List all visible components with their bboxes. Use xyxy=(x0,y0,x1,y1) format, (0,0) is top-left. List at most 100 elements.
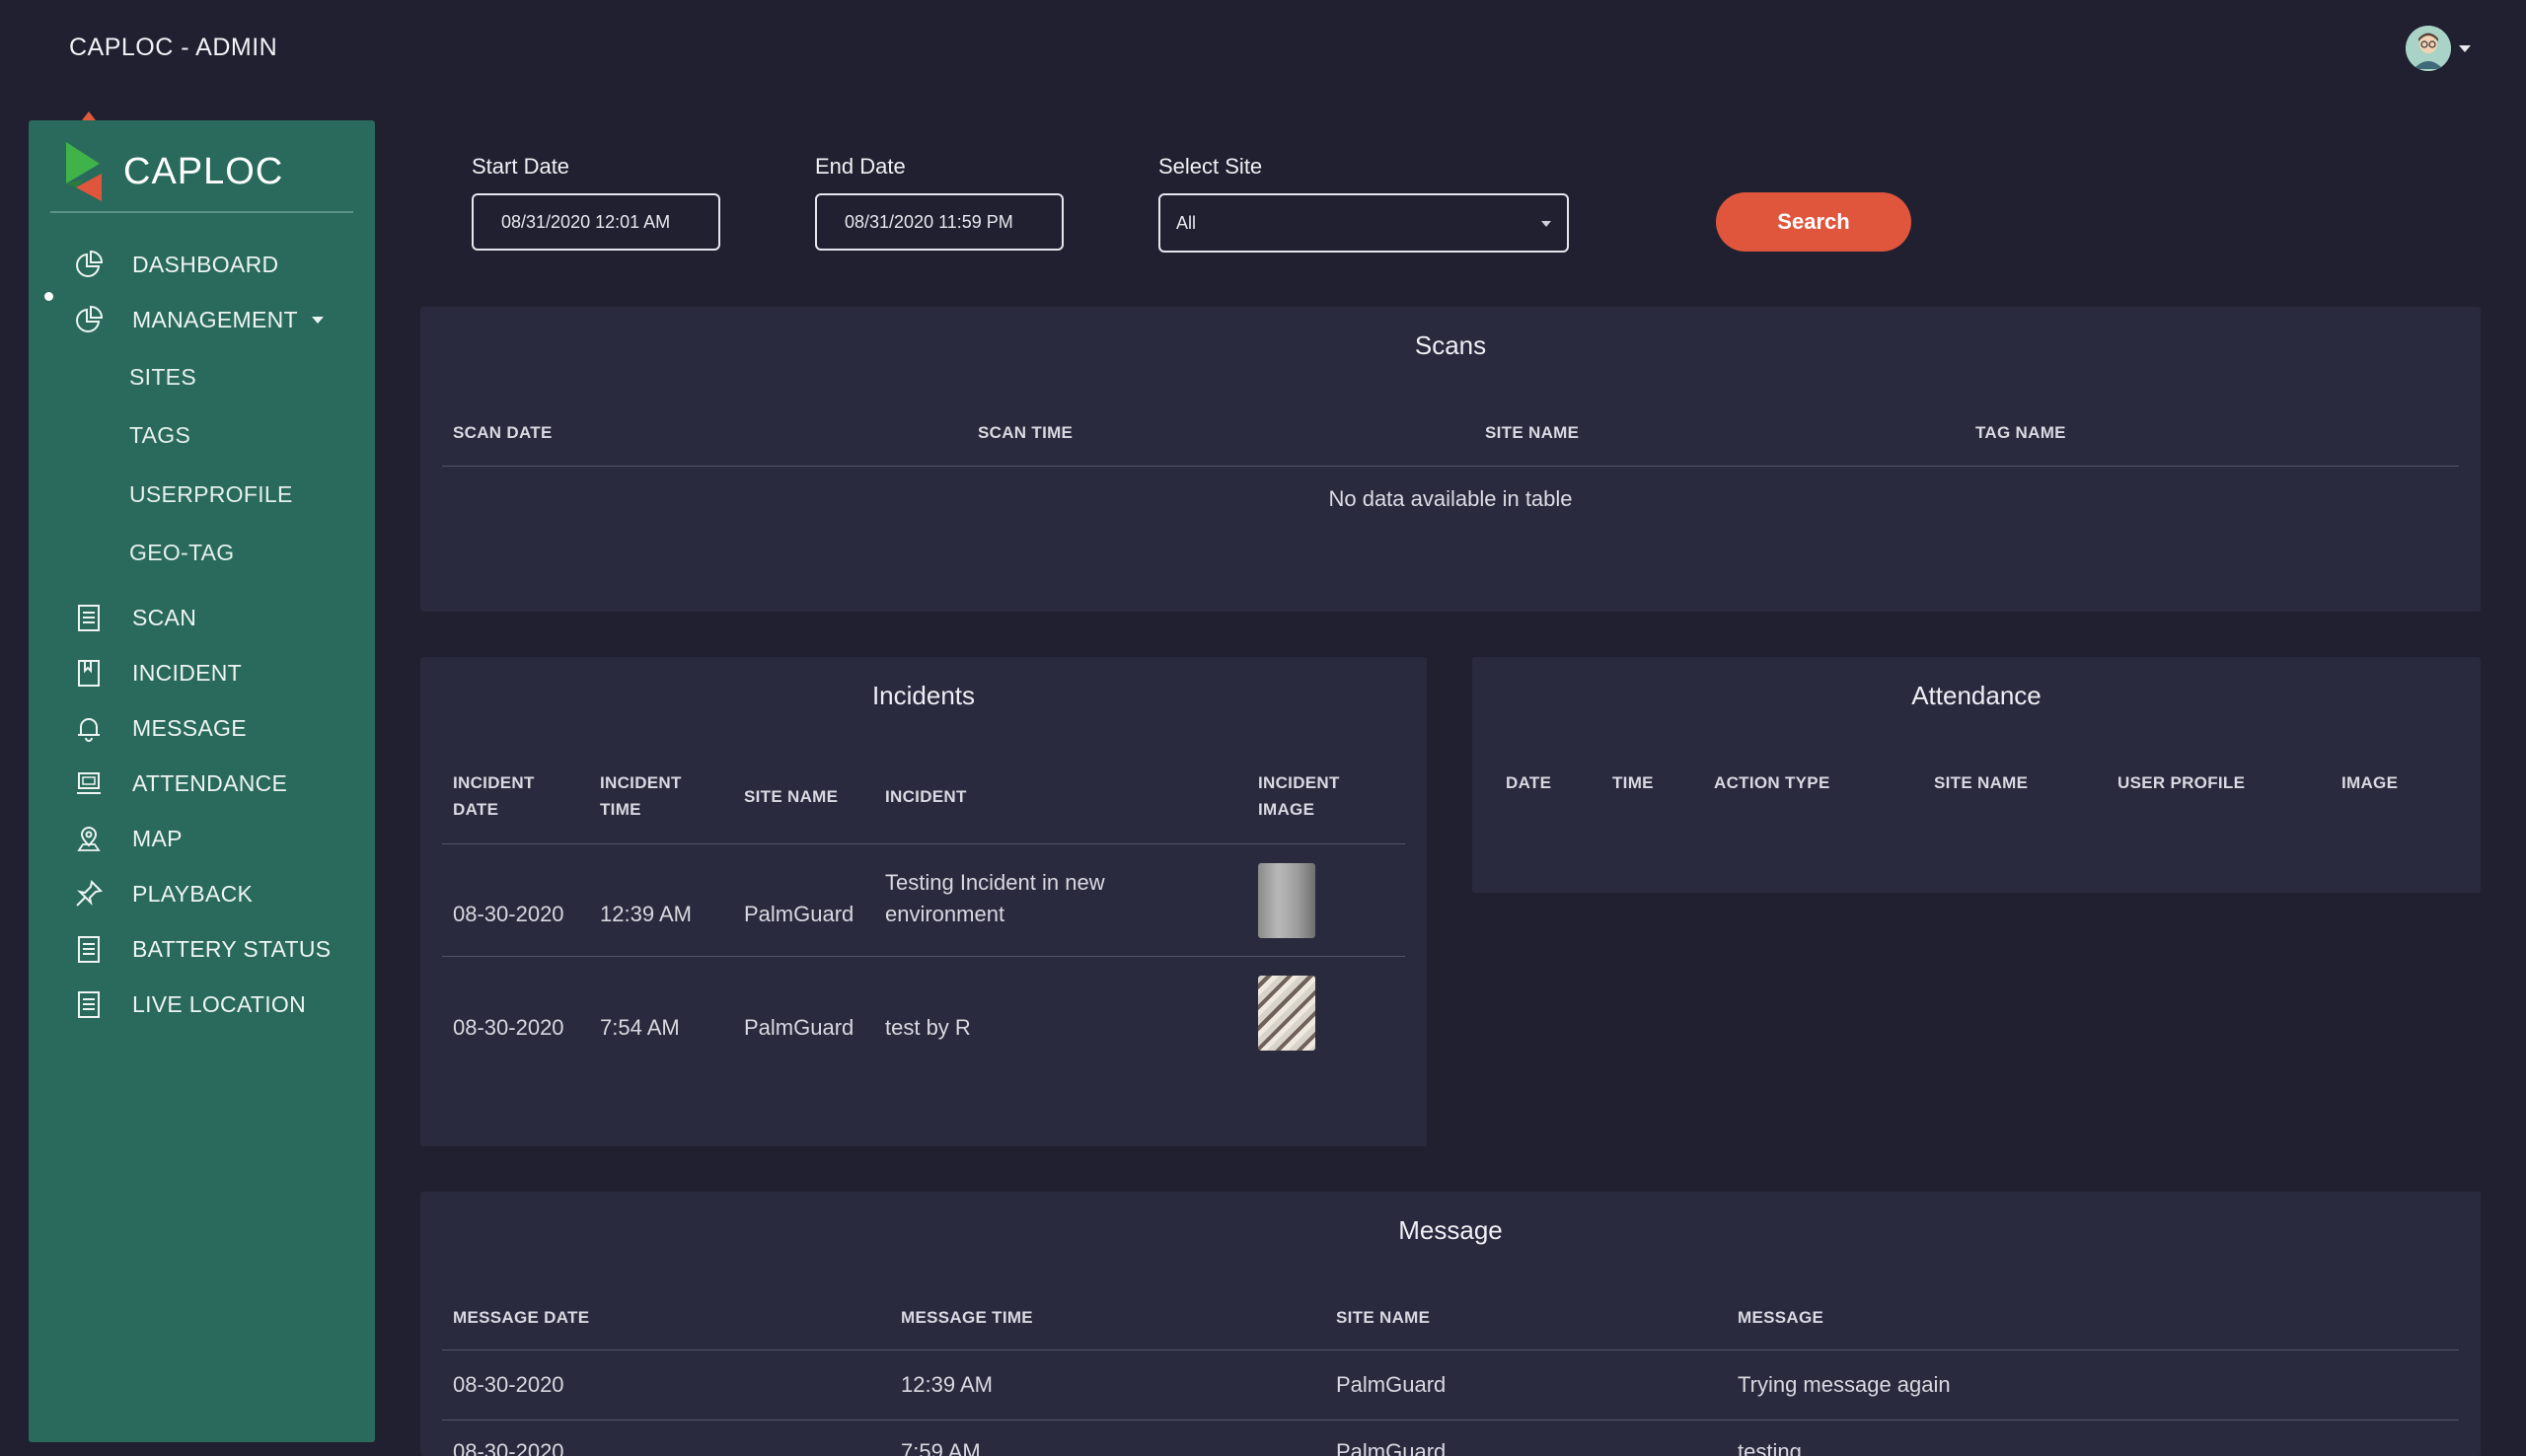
sidebar-item-map[interactable]: MAP xyxy=(29,817,375,860)
column-header[interactable]: SITE NAME xyxy=(1336,1304,1430,1331)
message-date-cell: 08-30-2020 xyxy=(453,1439,564,1456)
empty-table-message: No data available in table xyxy=(1328,486,1573,511)
end-date-label: End Date xyxy=(815,154,906,179)
panel-title: Scans xyxy=(1414,330,1487,360)
document-icon xyxy=(72,932,106,966)
message-text-cell: testing xyxy=(1738,1439,1802,1456)
pin-icon xyxy=(72,877,106,910)
sidebar-item-label: PLAYBACK xyxy=(132,880,254,907)
column-header[interactable]: SCAN TIME xyxy=(978,419,1073,446)
incidents-panel: Incidents INCIDENT DATE INCIDENT TIME SI… xyxy=(420,657,1427,1146)
column-header[interactable]: INCIDENT TIME xyxy=(600,769,708,823)
sidebar-item-playback[interactable]: PLAYBACK xyxy=(29,872,375,915)
sidebar-subitem-label: TAGS xyxy=(129,421,191,448)
sidebar-item-message[interactable]: MESSAGE xyxy=(29,706,375,750)
sidebar-subitem-geo-tag[interactable]: GEO-TAG xyxy=(29,531,375,574)
incident-image-thumbnail[interactable] xyxy=(1258,976,1315,1051)
incident-text-cell: Testing Incident in new environment xyxy=(885,870,1105,926)
bookmark-icon xyxy=(72,656,106,690)
panel-title: Attendance xyxy=(1911,681,2042,710)
sidebar-item-dashboard[interactable]: DASHBOARD xyxy=(29,243,375,286)
column-header[interactable]: SCAN DATE xyxy=(453,419,553,446)
incident-image-thumbnail[interactable] xyxy=(1258,863,1315,938)
sidebar-item-attendance[interactable]: ATTENDANCE xyxy=(29,762,375,805)
start-date-input[interactable] xyxy=(472,193,720,251)
column-header[interactable]: ACTION TYPE xyxy=(1714,769,1830,796)
incident-text-cell: test by R xyxy=(885,1015,971,1040)
sidebar: CAPLOC DASHBOARD MANAGEMENT SITES TAGS U… xyxy=(29,120,375,1442)
column-header[interactable]: INCIDENT IMAGE xyxy=(1258,769,1367,823)
search-button[interactable]: Search xyxy=(1716,192,1911,252)
message-site-cell: PalmGuard xyxy=(1336,1372,1447,1397)
message-time-cell: 7:59 AM xyxy=(901,1439,981,1456)
column-header[interactable]: SITE NAME xyxy=(1485,419,1579,446)
user-avatar-icon xyxy=(2406,26,2451,71)
site-select[interactable]: All xyxy=(1158,193,1569,253)
sidebar-item-label: BATTERY STATUS xyxy=(132,935,332,962)
pie-chart-icon xyxy=(72,248,106,281)
incident-site-cell: PalmGuard xyxy=(744,1015,854,1040)
start-date-label: Start Date xyxy=(472,154,570,179)
sidebar-item-scan[interactable]: SCAN xyxy=(29,596,375,639)
document-icon xyxy=(72,601,106,634)
site-select-value: All xyxy=(1176,212,1197,233)
sidebar-item-label: ATTENDANCE xyxy=(132,769,288,796)
chevron-down-icon[interactable] xyxy=(2459,44,2471,52)
brand-name: CAPLOC xyxy=(123,150,284,192)
sidebar-subitem-sites[interactable]: SITES xyxy=(29,355,375,399)
sidebar-pin-icon xyxy=(82,111,96,120)
incident-date-cell: 08-30-2020 xyxy=(453,902,564,926)
top-bar: CAPLOC - ADMIN xyxy=(0,0,2526,99)
brand-divider xyxy=(50,211,353,213)
sidebar-item-live-location[interactable]: LIVE LOCATION xyxy=(29,983,375,1026)
sidebar-item-incident[interactable]: INCIDENT xyxy=(29,651,375,694)
sidebar-subitem-userprofile[interactable]: USERPROFILE xyxy=(29,473,375,516)
sidebar-subitem-label: USERPROFILE xyxy=(129,480,293,507)
sidebar-item-label: SCAN xyxy=(132,604,197,630)
column-header[interactable]: MESSAGE DATE xyxy=(453,1304,589,1331)
column-header[interactable]: USER PROFILE xyxy=(2117,769,2245,796)
table-divider xyxy=(442,1349,2459,1350)
location-pin-icon xyxy=(72,822,106,855)
sidebar-item-label: LIVE LOCATION xyxy=(132,990,307,1017)
column-header[interactable]: INCIDENT DATE xyxy=(453,769,571,823)
incident-time-cell: 12:39 AM xyxy=(600,902,692,926)
column-header[interactable]: TAG NAME xyxy=(1975,419,2066,446)
column-header[interactable]: MESSAGE TIME xyxy=(901,1304,1033,1331)
pie-chart-icon xyxy=(72,303,106,336)
end-date-input[interactable] xyxy=(815,193,1064,251)
column-header[interactable]: INCIDENT xyxy=(885,783,967,810)
brand: CAPLOC xyxy=(60,140,283,203)
column-header[interactable]: IMAGE xyxy=(2341,769,2398,796)
attendance-panel: Attendance DATE TIME ACTION TYPE SITE NA… xyxy=(1472,657,2481,893)
incident-site-cell: PalmGuard xyxy=(744,902,854,926)
select-site-label: Select Site xyxy=(1158,154,1263,179)
table-divider xyxy=(442,466,2459,467)
column-header[interactable]: SITE NAME xyxy=(744,783,838,810)
document-icon xyxy=(72,987,106,1021)
message-panel: Message MESSAGE DATE MESSAGE TIME SITE N… xyxy=(420,1192,2481,1456)
column-header[interactable]: DATE xyxy=(1506,769,1551,796)
column-header[interactable]: MESSAGE xyxy=(1738,1304,1823,1331)
sidebar-subitem-tags[interactable]: TAGS xyxy=(29,413,375,457)
sidebar-item-battery-status[interactable]: BATTERY STATUS xyxy=(29,927,375,971)
bell-icon xyxy=(72,711,106,745)
sidebar-item-label: MAP xyxy=(132,825,183,851)
chevron-down-icon[interactable] xyxy=(312,316,324,324)
user-menu[interactable] xyxy=(2406,26,2471,71)
scans-panel: Scans SCAN DATE SCAN TIME SITE NAME TAG … xyxy=(420,307,2481,612)
sidebar-subitem-label: SITES xyxy=(129,363,196,390)
table-divider xyxy=(442,843,1405,844)
monitor-icon xyxy=(72,766,106,800)
column-header[interactable]: SITE NAME xyxy=(1934,769,2028,796)
sidebar-item-label: MESSAGE xyxy=(132,714,247,741)
sidebar-item-label: INCIDENT xyxy=(132,659,243,686)
sidebar-subitem-label: GEO-TAG xyxy=(129,539,235,565)
avatar[interactable] xyxy=(2406,26,2451,71)
column-header[interactable]: TIME xyxy=(1612,769,1654,796)
sidebar-item-management[interactable]: MANAGEMENT xyxy=(29,298,375,341)
incident-date-cell: 08-30-2020 xyxy=(453,1015,564,1040)
sidebar-item-label: DASHBOARD xyxy=(132,251,279,277)
app-title: CAPLOC - ADMIN xyxy=(69,34,278,61)
incident-time-cell: 7:54 AM xyxy=(600,1015,680,1040)
